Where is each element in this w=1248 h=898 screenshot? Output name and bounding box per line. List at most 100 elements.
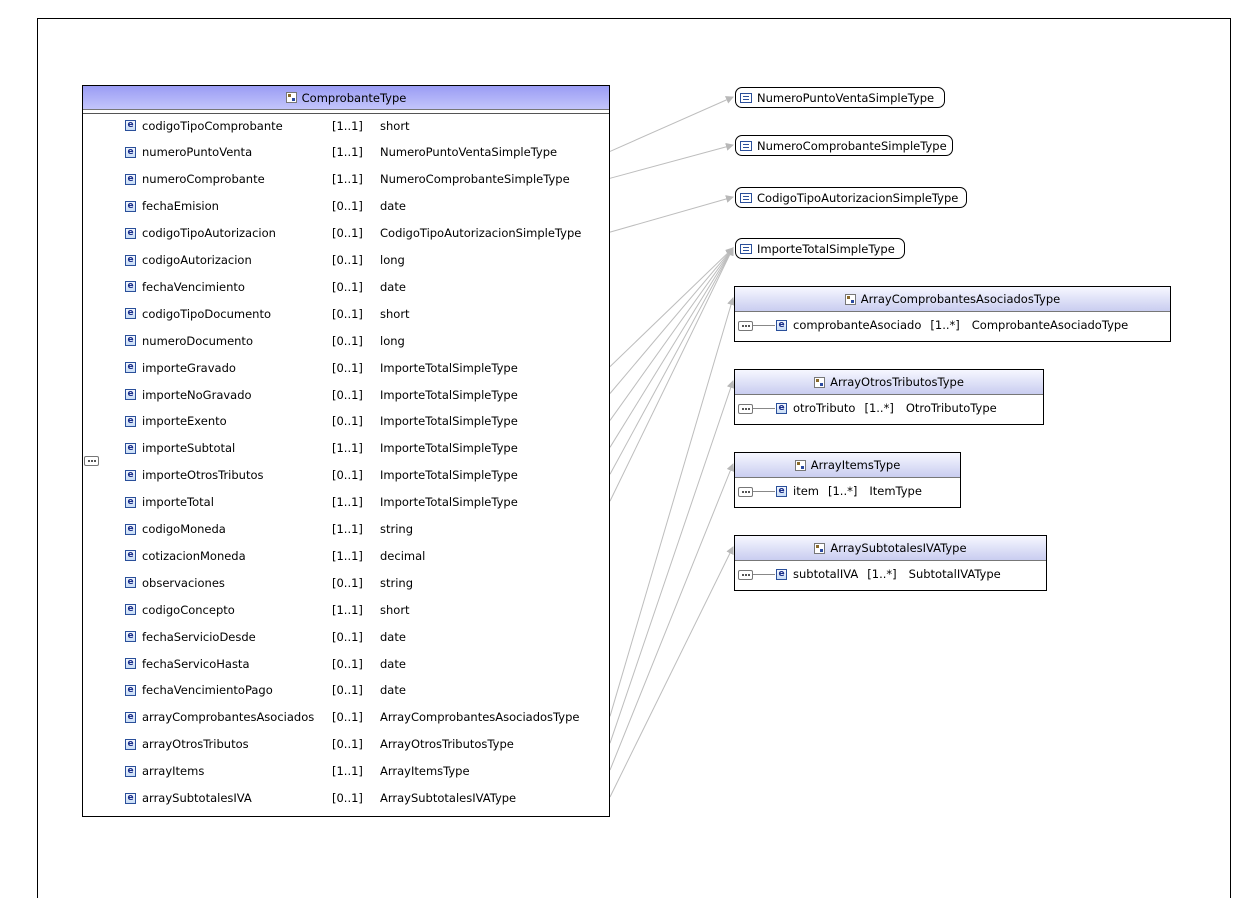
element-name: fechaEmision <box>142 199 219 214</box>
element-icon: e <box>776 485 787 497</box>
sequence-icon[interactable] <box>738 487 753 497</box>
element-row[interactable]: e importeGravado [0..1] ImporteTotalSimpleT… <box>125 354 605 381</box>
element-row[interactable]: e comprobanteAsociado [1..*] ComprobanteAso… <box>735 311 1170 341</box>
element-row[interactable]: e arrayItems [1..1] ArrayItemsType <box>125 758 605 785</box>
element-row[interactable]: e codigoMoneda [1..1] string <box>125 516 605 543</box>
element-icon: e <box>125 254 136 266</box>
complex-type-box[interactable]: ArraySubtotalesIVAType e subtotalIVA [1..*]… <box>734 535 1047 591</box>
element-name: codigoTipoDocumento <box>142 306 272 321</box>
complex-type-comprobante[interactable]: ComprobanteType e codigoTipoComprobante [1… <box>82 85 610 817</box>
element-icon: e <box>125 200 136 212</box>
sequence-icon[interactable] <box>738 321 753 331</box>
element-row[interactable]: e fechaVencimientoPago [0..1] date <box>125 677 605 704</box>
element-icon: e <box>125 146 136 158</box>
sequence-icon[interactable] <box>738 570 753 580</box>
element-cardinality: [0..1] <box>332 683 363 698</box>
complex-type-box[interactable]: ArrayItemsType e item [1..*] ItemType <box>734 452 961 508</box>
element-cardinality: [1..1] <box>332 522 363 536</box>
element-row[interactable]: e arraySubtotalesIVA [0..1] ArraySubtotales… <box>125 785 605 812</box>
element-row[interactable]: e codigoAutorizacion [0..1] long <box>125 247 605 274</box>
element-type: short <box>380 602 410 617</box>
simple-type-box[interactable]: NumeroComprobanteSimpleType <box>735 135 953 156</box>
element-row[interactable]: e fechaEmision [0..1] date <box>125 193 605 220</box>
simple-type-box[interactable]: ImporteTotalSimpleType <box>735 238 905 259</box>
element-row[interactable]: e codigoTipoAutorizacion [0..1] CodigoTipoA… <box>125 220 605 247</box>
complex-type-box[interactable]: ArrayComprobantesAsociadosType e comproban… <box>734 286 1171 342</box>
element-name: codigoTipoComprobante <box>142 118 283 133</box>
element-name: arrayComprobantesAsociados <box>142 710 315 725</box>
element-cardinality: [0..1] <box>332 791 363 805</box>
element-name: arrayOtrosTributos <box>142 737 249 752</box>
complex-type-box[interactable]: ArrayOtrosTributosType e otroTributo [1..*]… <box>734 369 1044 425</box>
element-row[interactable]: e importeTotal [1..1] ImporteTotalSimpleTyp… <box>125 489 605 516</box>
element-type: long <box>380 333 405 348</box>
element-icon: e <box>125 442 136 454</box>
element-type: ArrayItemsType <box>380 764 470 779</box>
element-type: CodigoTipoAutorizacionSimpleType <box>380 226 582 241</box>
element-cardinality: [1..1] <box>332 548 363 563</box>
simple-type-icon <box>740 140 752 151</box>
element-row[interactable]: e otroTributo [1..*] OtroTributoType <box>735 394 1043 424</box>
element-type: ImporteTotalSimpleType <box>380 441 518 456</box>
complex-type-header: ArrayOtrosTributosType <box>735 370 1043 395</box>
element-type: ItemType <box>869 484 922 498</box>
element-type: string <box>380 575 414 590</box>
element-icon: e <box>125 389 136 400</box>
element-row[interactable]: e fechaServicioDesde [0..1] date <box>125 623 605 650</box>
element-icon: e <box>125 335 136 347</box>
element-icon: e <box>125 765 136 777</box>
element-name: codigoConcepto <box>142 602 235 617</box>
element-name: observaciones <box>142 575 225 590</box>
element-icon: e <box>125 738 136 750</box>
element-name: importeGravado <box>142 360 236 375</box>
element-type: NumeroPuntoVentaSimpleType <box>380 145 558 160</box>
tree-connector <box>753 491 775 492</box>
element-name: numeroPuntoVenta <box>142 145 253 160</box>
element-name: comprobanteAsociado <box>793 318 922 332</box>
element-type: ArrayComprobantesAsociadosType <box>380 710 580 725</box>
element-row[interactable]: e importeExento [0..1] ImporteTotalSimpleTy… <box>125 408 605 435</box>
element-name: otroTributo <box>793 401 856 415</box>
element-type: ComprobanteAsociadoType <box>971 318 1129 332</box>
element-cardinality: [0..1] <box>332 656 363 671</box>
simple-type-icon <box>740 192 752 203</box>
element-row[interactable]: e observaciones [0..1] string <box>125 569 605 596</box>
element-row[interactable]: e importeSubtotal [1..1] ImporteTotalSimple… <box>125 435 605 462</box>
complex-type-title: ArrayItemsType <box>810 458 901 472</box>
element-cardinality: [0..1] <box>332 253 363 267</box>
element-row[interactable]: e subtotalIVA [1..*] SubtotalIVAType <box>735 560 1046 590</box>
simple-type-box[interactable]: CodigoTipoAutorizacionSimpleType <box>735 187 967 208</box>
element-row[interactable]: e item [1..*] ItemType <box>735 477 960 507</box>
element-cardinality: [1..1] <box>332 172 363 187</box>
sequence-icon[interactable] <box>84 456 99 466</box>
element-row[interactable]: e importeNoGravado [0..1] ImporteTotalSimpl… <box>125 381 605 408</box>
element-cardinality: [0..1] <box>332 226 363 241</box>
element-icon: e <box>776 402 787 414</box>
element-row[interactable]: e numeroDocumento [0..1] long <box>125 327 605 354</box>
element-row[interactable]: e codigoConcepto [1..1] short <box>125 596 605 623</box>
element-type: ArraySubtotalesIVAType <box>380 791 517 805</box>
element-row[interactable]: e codigoTipoComprobante [1..1] short <box>125 112 605 139</box>
element-icon: e <box>776 319 787 331</box>
element-row[interactable]: e numeroComprobante [1..1] NumeroComprobant… <box>125 166 605 193</box>
element-row[interactable]: e cotizacionMoneda [1..1] decimal <box>125 542 605 569</box>
element-name: codigoTipoAutorizacion <box>142 226 276 241</box>
element-row[interactable]: e arrayComprobantesAsociados [0..1] ArrayCo… <box>125 704 605 731</box>
simple-type-name: CodigoTipoAutorizacionSimpleType <box>757 190 959 205</box>
simple-type-name: NumeroPuntoVentaSimpleType <box>757 90 935 105</box>
element-row[interactable]: e importeOtrosTributos [0..1] ImporteTotalS… <box>125 462 605 489</box>
element-row[interactable]: e numeroPuntoVenta [1..1] NumeroPuntoVentaS… <box>125 139 605 166</box>
element-type: decimal <box>380 548 426 563</box>
element-row[interactable]: e fechaServicoHasta [0..1] date <box>125 650 605 677</box>
element-icon: e <box>125 658 136 669</box>
element-type: ImporteTotalSimpleType <box>380 387 518 402</box>
simple-type-box[interactable]: NumeroPuntoVentaSimpleType <box>735 87 945 108</box>
element-icon: e <box>125 281 136 293</box>
sequence-icon[interactable] <box>738 404 753 414</box>
element-row[interactable]: e codigoTipoDocumento [0..1] short <box>125 300 605 327</box>
element-icon: e <box>125 684 136 696</box>
element-cardinality: [1..*] <box>827 484 858 498</box>
element-row[interactable]: e fechaVencimiento [0..1] date <box>125 273 605 300</box>
element-type: ArrayOtrosTributosType <box>380 737 514 752</box>
element-row[interactable]: e arrayOtrosTributos [0..1] ArrayOtrosTribu… <box>125 731 605 758</box>
